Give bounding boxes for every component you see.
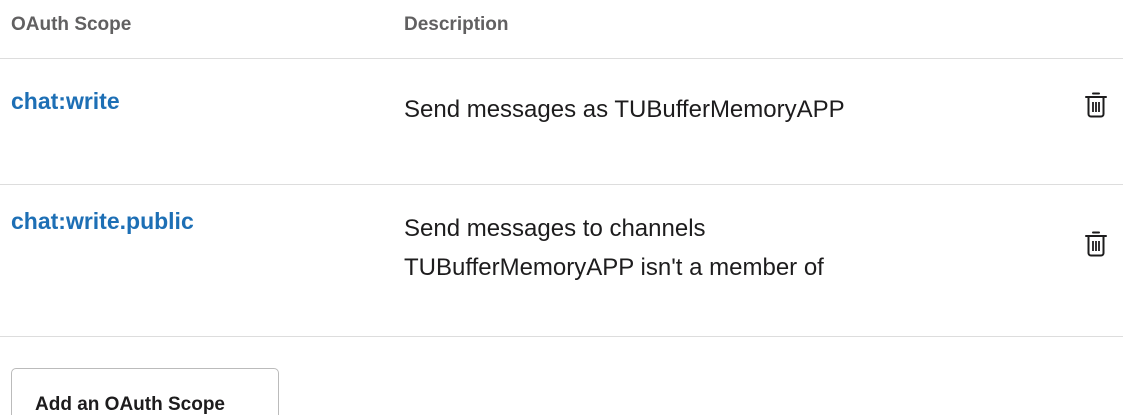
trash-icon[interactable]	[1085, 231, 1107, 257]
scope-link[interactable]: chat:write.public	[11, 208, 194, 235]
trash-icon[interactable]	[1085, 92, 1107, 118]
table-row: chat:write Send messages as TUBufferMemo…	[0, 59, 1123, 185]
description-line: Send messages as TUBufferMemoryAPP	[404, 96, 845, 123]
description-line: TUBufferMemoryAPP isn't a member of	[404, 254, 824, 281]
table-header: OAuth Scope Description	[0, 0, 1123, 59]
scope-description: Send messages to channels TUBufferMemory…	[404, 209, 1004, 287]
scope-link[interactable]: chat:write	[11, 88, 120, 115]
description-column-header: Description	[404, 14, 509, 35]
table-row: chat:write.public Send messages to chann…	[0, 185, 1123, 337]
add-oauth-scope-button[interactable]: Add an OAuth Scope	[11, 368, 279, 415]
scope-column-header: OAuth Scope	[11, 14, 132, 35]
description-line: Send messages to channels	[404, 215, 706, 242]
scope-description: Send messages as TUBufferMemoryAPP	[404, 90, 1004, 129]
oauth-scopes-panel: OAuth Scope Description chat:write Send …	[0, 0, 1123, 415]
